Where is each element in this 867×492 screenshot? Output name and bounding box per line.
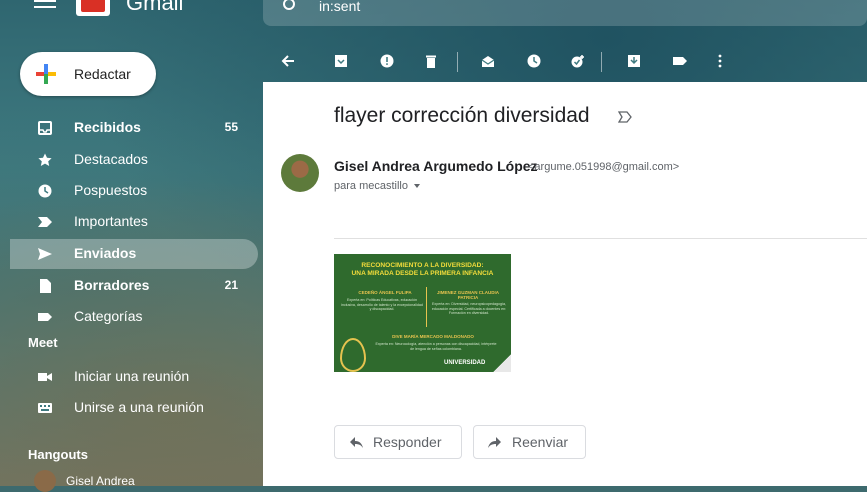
move-to-icon[interactable] [627,54,641,68]
important-icon [38,217,52,227]
sidebar-item-label: Pospuestos [74,182,148,198]
add-task-icon[interactable] [571,54,585,68]
meet-new-meeting[interactable]: Iniciar una reunión [10,362,258,392]
back-arrow-icon[interactable] [281,54,295,68]
sidebar-item-drafts[interactable]: Borradores 21 [10,271,258,301]
attachment-name-2: JIMENEZ GUZMAN CLAUDIA PATRICIA [437,290,499,300]
top-bar: Gmail in:sent [0,0,867,28]
mark-unread-icon[interactable] [481,54,495,68]
sidebar-item-sent[interactable]: Enviados [10,239,258,269]
reply-label: Responder [373,434,442,450]
sidebar-item-label: Destacados [74,151,148,167]
inbox-icon [38,121,52,135]
divider [334,238,867,239]
hangouts-avatar[interactable] [34,470,56,492]
menu-icon[interactable] [34,0,56,10]
attachment-separator [426,287,427,327]
search-icon[interactable] [283,0,295,10]
reply-icon [350,437,363,448]
toolbar-divider [601,52,602,72]
draft-count: 21 [224,278,238,292]
attachment-desc-1: Experta en: Políticas Educativas, educac… [341,298,423,312]
sidebar-item-label: Iniciar una reunión [74,368,190,384]
plus-icon [36,64,56,84]
sidebar-item-label: Unirse a una reunión [74,399,204,415]
report-spam-icon[interactable] [380,54,394,68]
compose-label: Redactar [74,66,131,82]
keyboard-icon [38,403,52,413]
archive-icon[interactable] [334,54,348,68]
compose-button[interactable]: Redactar [20,52,156,96]
sidebar-item-label: Borradores [74,277,150,293]
recipient-label: para mecastillo [334,180,408,192]
attachment-name-3: DIVE MARÍA MERCADO MALDONADO [392,334,474,339]
sidebar-item-label: Enviados [74,245,137,261]
sidebar-item-categories[interactable]: Categorías [10,302,258,332]
video-icon [38,373,52,381]
sidebar-item-inbox[interactable]: Recibidos 55 [10,113,258,143]
draft-icon [40,279,51,293]
attachment-name-1: CEDEÑO ÁNGEL FULIPA [358,290,412,295]
attachment-desc-2: Experta en: Diversidad, neuropsicopedago… [431,302,507,316]
sender-email: <argume.051998@gmail.com> [528,161,680,173]
sidebar-item-label: Categorías [74,308,143,324]
toolbar-divider [457,52,458,72]
attachment-title-line1: RECONOCIMIENTO A LA DIVERSIDAD: [361,262,484,269]
search-bar[interactable]: in:sent [263,0,867,26]
sender-avatar [281,154,319,192]
forward-icon [488,437,501,448]
star-icon [38,153,52,166]
message-toolbar [263,44,867,80]
send-icon [38,248,52,260]
message-panel: flayer corrección diversidad Gisel Andre… [263,82,867,486]
sidebar-item-snoozed[interactable]: Pospuestos [10,176,258,206]
delete-icon[interactable] [424,54,438,68]
meet-join-meeting[interactable]: Unirse a una reunión [10,393,258,423]
sidebar-item-label: Importantes [74,213,148,229]
reply-button[interactable]: Responder [334,425,462,459]
sidebar-item-important[interactable]: Importantes [10,207,258,237]
snooze-icon[interactable] [527,54,541,68]
chevron-down-icon[interactable] [413,184,420,189]
brand-name: Gmail [126,0,184,15]
image-attachment[interactable]: RECONOCIMIENTO A LA DIVERSIDAD: UNA MIRA… [334,254,511,372]
sender-name: Gisel Andrea Argumedo López [334,158,538,174]
unread-count: 55 [224,120,238,134]
label-icon[interactable] [673,54,687,68]
attachment-desc-3: Experta en: Neurocología, atención a per… [375,342,497,351]
page-fold-icon [493,354,511,372]
meet-section-title: Meet [28,335,58,350]
hangouts-section-title: Hangouts [28,447,88,462]
search-input[interactable]: in:sent [319,0,360,14]
sidebar-item-label: Recibidos [74,119,141,135]
more-options-icon[interactable] [713,54,727,68]
label-icon [38,313,52,321]
gmail-logo-icon[interactable] [76,0,110,16]
attachment-title-line2: UNA MIRADA DESDE LA PRIMERA INFANCIA [351,270,494,277]
recipient-details[interactable]: para mecastillo [334,180,420,192]
important-marker-icon[interactable] [618,111,632,123]
attachment-footer: UNIVERSIDAD [444,360,486,366]
leaf-logo-icon [340,338,366,372]
sidebar-item-starred[interactable]: Destacados [10,145,258,175]
forward-button[interactable]: Reenviar [473,425,586,459]
email-subject: flayer corrección diversidad [334,104,590,127]
clock-icon [38,184,52,198]
forward-label: Reenviar [512,434,569,450]
